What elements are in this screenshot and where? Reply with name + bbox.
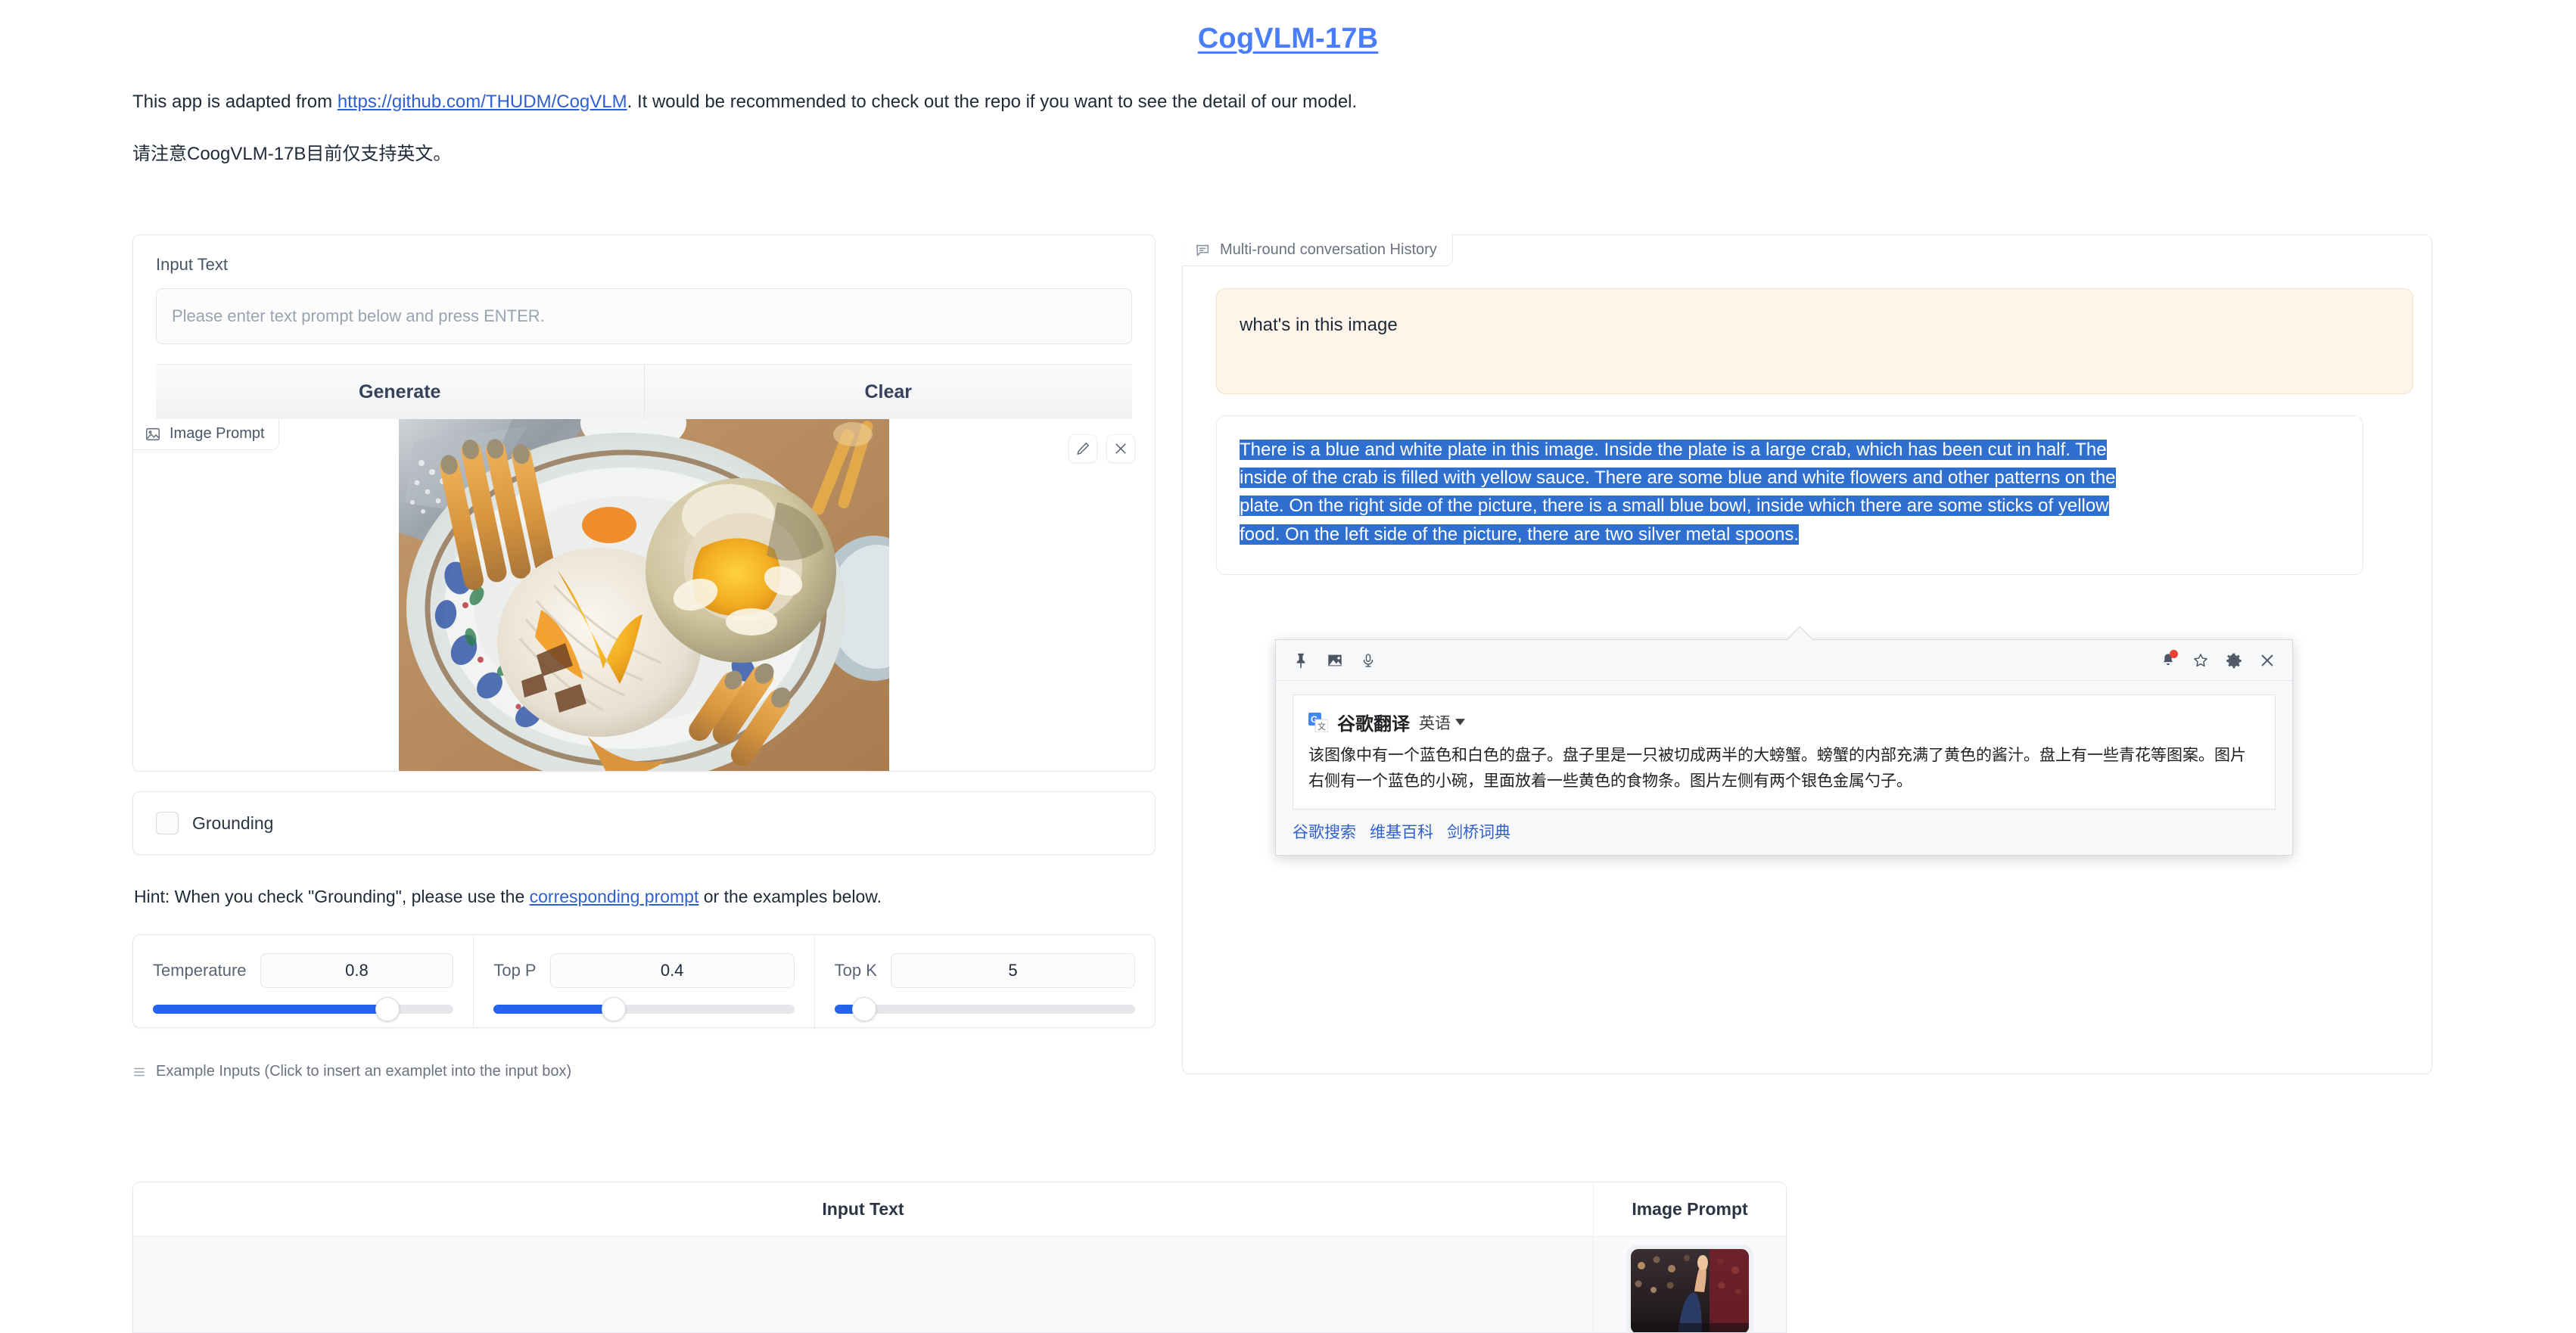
top-k-value[interactable]: 5 bbox=[890, 953, 1135, 988]
input-text-placeholder: Please enter text prompt below and press… bbox=[172, 306, 545, 325]
crab-dish-image bbox=[399, 419, 889, 771]
assistant-message-line-1: There is a blue and white plate in this … bbox=[1240, 440, 2107, 460]
gear-icon[interactable] bbox=[2226, 652, 2242, 669]
examples-col-image-prompt: Image Prompt bbox=[1632, 1199, 1748, 1219]
image-prompt-tab-label: Image Prompt bbox=[170, 425, 265, 442]
svg-text:文: 文 bbox=[1318, 721, 1326, 732]
star-icon[interactable] bbox=[2192, 652, 2209, 669]
examples-cell-image-prompt[interactable] bbox=[1594, 1237, 1786, 1332]
left-column: Input Text Please enter text prompt belo… bbox=[132, 235, 1156, 1080]
temperature-slider-cell: Temperature 0.8 bbox=[133, 935, 474, 1027]
conversation-history-label: Multi-round conversation History bbox=[1220, 241, 1437, 258]
translate-language-label: 英语 bbox=[1419, 714, 1451, 732]
image-prompt-stage[interactable] bbox=[133, 419, 1155, 771]
translate-result-card: G 文 谷歌翻译 英语 该图像中有一个蓝色和白色的盘子。盘子里是一只被切成两半的… bbox=[1293, 694, 2276, 810]
edit-image-button[interactable] bbox=[1069, 434, 1097, 463]
assistant-message-line-3: plate. On the right side of the picture,… bbox=[1240, 496, 2109, 517]
assistant-message-line-2: inside of the crab is filled with yellow… bbox=[1240, 468, 2116, 489]
top-k-slider-cell: Top K 5 bbox=[815, 935, 1155, 1027]
temperature-track[interactable] bbox=[153, 997, 454, 1021]
pin-icon[interactable] bbox=[1293, 651, 1309, 670]
translate-language-selector[interactable]: 英语 bbox=[1419, 711, 1465, 734]
assistant-message-bubble: There is a blue and white plate in this … bbox=[1216, 415, 2363, 575]
temperature-value[interactable]: 0.8 bbox=[260, 953, 454, 988]
notification-dot bbox=[2170, 650, 2178, 658]
github-repo-link[interactable]: https://github.com/THUDM/CogVLM bbox=[338, 92, 627, 112]
input-text-field[interactable]: Please enter text prompt below and press… bbox=[156, 288, 1132, 344]
top-k-track[interactable] bbox=[834, 997, 1135, 1021]
sampling-parameters: Temperature 0.8 Top P 0.4 Top K 5 bbox=[132, 934, 1156, 1028]
intro-suffix: . It would be recommended to check out t… bbox=[627, 92, 1358, 112]
top-p-label: Top P bbox=[493, 961, 537, 980]
list-icon bbox=[132, 1065, 146, 1079]
translate-product-name: 谷歌翻译 bbox=[1337, 714, 1410, 735]
image-prompt-tab[interactable]: Image Prompt bbox=[133, 419, 279, 450]
input-text-panel: Input Text Please enter text prompt belo… bbox=[132, 235, 1156, 419]
image-icon[interactable] bbox=[1326, 652, 1344, 669]
translate-result-text: 该图像中有一个蓝色和白色的盘子。盘子里是一只被切成两半的大螃蟹。螃蟹的内部充满了… bbox=[1308, 747, 2246, 790]
translate-title-row: G 文 谷歌翻译 英语 bbox=[1308, 709, 2260, 735]
intro-paragraph-cn: 请注意CoogVLM-17B目前仅支持英文。 bbox=[132, 144, 452, 164]
user-message-bubble: what's in this image bbox=[1216, 288, 2413, 394]
grounding-checkbox[interactable] bbox=[156, 812, 179, 834]
image-prompt-panel: Image Prompt bbox=[132, 419, 1156, 772]
grounding-hint: Hint: When you check "Grounding", please… bbox=[134, 887, 1156, 907]
examples-col-input-text: Input Text bbox=[133, 1182, 1594, 1236]
bell-icon[interactable] bbox=[2161, 650, 2178, 669]
conversation-history-tab[interactable]: Multi-round conversation History bbox=[1182, 235, 1453, 266]
clear-button[interactable]: Clear bbox=[644, 365, 1132, 419]
hint-prefix: Hint: When you check "Grounding", please… bbox=[134, 887, 530, 906]
temperature-label: Temperature bbox=[153, 961, 247, 980]
cambridge-dictionary-link[interactable]: 剑桥词典 bbox=[1447, 820, 1510, 843]
intro-paragraph: This app is adapted from https://github.… bbox=[132, 89, 2576, 116]
generate-button[interactable]: Generate bbox=[156, 365, 645, 419]
action-button-row: Generate Clear bbox=[156, 364, 1132, 419]
chevron-down-icon bbox=[1455, 719, 1465, 726]
example-thumbnail-image[interactable] bbox=[1631, 1249, 1749, 1332]
temperature-knob[interactable] bbox=[375, 997, 400, 1021]
top-p-knob[interactable] bbox=[602, 997, 627, 1021]
google-translate-popup: G 文 谷歌翻译 英语 该图像中有一个蓝色和白色的盘子。盘子里是一只被切成两半的… bbox=[1275, 639, 2293, 856]
grounding-label: Grounding bbox=[192, 813, 274, 833]
google-search-link[interactable]: 谷歌搜索 bbox=[1293, 820, 1356, 843]
translate-toolbar bbox=[1276, 640, 2292, 681]
picture-icon bbox=[145, 426, 161, 443]
chat-bubble-icon bbox=[1194, 242, 1211, 259]
hint-suffix: or the examples below. bbox=[698, 887, 882, 906]
intro-prefix: This app is adapted from bbox=[132, 92, 338, 112]
translate-toolbar-right bbox=[2161, 650, 2276, 669]
wikipedia-link[interactable]: 维基百科 bbox=[1370, 820, 1433, 843]
page-title-link[interactable]: CogVLM-17B bbox=[1198, 23, 1378, 54]
input-text-label: Input Text bbox=[156, 255, 228, 274]
grounding-row[interactable]: Grounding bbox=[132, 791, 1156, 855]
top-p-track[interactable] bbox=[493, 997, 795, 1021]
google-translate-icon: G 文 bbox=[1308, 712, 1328, 732]
assistant-message-line-4: food. On the left side of the picture, t… bbox=[1240, 524, 1800, 545]
translate-toolbar-left bbox=[1293, 651, 1376, 670]
examples-table: Input Text Image Prompt bbox=[132, 1182, 1787, 1333]
page-title: CogVLM-17B bbox=[0, 23, 2576, 55]
top-k-label: Top K bbox=[834, 961, 877, 980]
microphone-icon[interactable] bbox=[1361, 651, 1376, 670]
corresponding-prompt-link[interactable]: corresponding prompt bbox=[530, 887, 699, 906]
image-tool-buttons bbox=[1069, 434, 1135, 463]
remove-image-button[interactable] bbox=[1106, 434, 1135, 463]
examples-cell-input-text bbox=[133, 1237, 1594, 1332]
close-icon[interactable] bbox=[2259, 652, 2276, 669]
top-p-value[interactable]: 0.4 bbox=[549, 953, 795, 988]
example-inputs-label: Example Inputs (Click to insert an examp… bbox=[156, 1063, 572, 1080]
examples-header-row: Input Text Image Prompt bbox=[133, 1182, 1786, 1237]
table-row[interactable] bbox=[133, 1237, 1786, 1332]
example-inputs-header[interactable]: Example Inputs (Click to insert an examp… bbox=[132, 1063, 1156, 1080]
top-p-slider-cell: Top P 0.4 bbox=[474, 935, 815, 1027]
translate-links: 谷歌搜索 维基百科 剑桥词典 bbox=[1276, 809, 2292, 855]
top-k-knob[interactable] bbox=[852, 997, 877, 1021]
